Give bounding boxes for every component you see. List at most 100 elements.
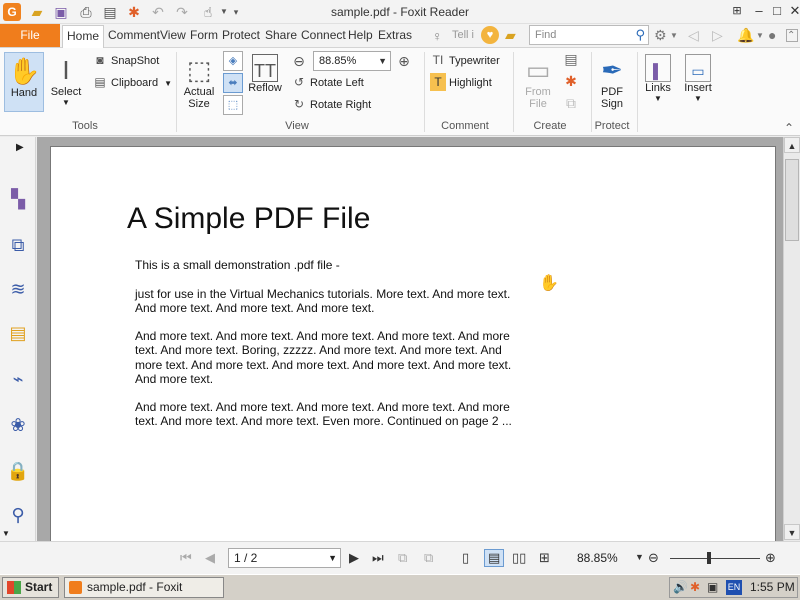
close-button[interactable]: ✕	[784, 2, 800, 20]
reflow-button[interactable]: TT Reflow	[246, 54, 284, 114]
attachments-icon[interactable]: ⌁	[6, 367, 30, 391]
file-tab[interactable]: File	[0, 24, 60, 47]
actual-size-button[interactable]: ⬚ Actual Size	[181, 54, 217, 116]
settings-dropdown-icon[interactable]: ▼	[670, 31, 678, 40]
insert-icon: ▭	[685, 54, 711, 82]
fit-page-icon[interactable]: ◈	[223, 51, 243, 71]
tab-view[interactable]: View	[160, 28, 186, 42]
tab-protect[interactable]: Protect	[222, 28, 260, 42]
language-indicator[interactable]: EN	[726, 580, 742, 595]
collapse-ribbon-icon[interactable]: ⌃	[786, 29, 798, 42]
fit-width-icon[interactable]: ⬌	[223, 73, 243, 93]
actual-size-label-1: Actual	[183, 86, 215, 98]
from-file-button[interactable]: ▭ From File	[520, 54, 556, 116]
page-thumbnails-icon[interactable]: ⧉	[6, 233, 30, 257]
start-button[interactable]: Start	[2, 577, 59, 598]
continuous-facing-icon[interactable]: ⊞	[539, 550, 550, 566]
previous-page-icon[interactable]: ◀	[205, 550, 215, 566]
clipboard-label: Clipboard	[111, 77, 159, 89]
links-icon: ▌	[645, 54, 671, 82]
digital-signature-icon[interactable]: ⚲	[6, 503, 30, 527]
document-view[interactable]: A Simple PDF File This is a small demons…	[37, 137, 783, 541]
tab-home[interactable]: Home	[62, 25, 105, 48]
separator	[513, 52, 514, 132]
next-page-icon[interactable]: ▶	[349, 550, 359, 566]
pdf-paragraph: just for use in the Virtual Mechanics tu…	[135, 287, 511, 316]
settings-gear-icon[interactable]: ⚙	[654, 27, 667, 44]
security-lock-icon[interactable]: 🔒	[6, 459, 30, 483]
tab-comment[interactable]: Comment	[108, 28, 160, 42]
account-icon[interactable]: ●	[768, 27, 776, 43]
find-folder-icon[interactable]: ▰	[505, 27, 516, 44]
comments-icon[interactable]: ▤	[6, 321, 30, 345]
last-page-icon[interactable]: ⏭	[372, 550, 384, 566]
find-input[interactable]: Find ⚲	[529, 25, 649, 45]
facing-pages-icon[interactable]: ▯▯	[512, 550, 526, 566]
scroll-up-icon[interactable]: ▲	[784, 137, 800, 153]
expand-panel-icon[interactable]: ▶	[16, 142, 24, 153]
typewriter-button[interactable]: TI Typewriter	[430, 51, 500, 69]
pdf-title: A Simple PDF File	[127, 202, 371, 235]
select-button[interactable]: I Select ▼	[48, 54, 84, 114]
heart-icon[interactable]: ♥	[481, 26, 499, 44]
hand-icon: ✋	[8, 56, 41, 86]
single-page-icon[interactable]: ▯	[462, 550, 469, 566]
hand-button[interactable]: ✋ Hand	[4, 52, 44, 112]
fit-visible-icon[interactable]: ⬚	[223, 95, 243, 115]
rotate-left-button[interactable]: ↺ Rotate Left	[291, 73, 364, 91]
clipboard-button[interactable]: ▤ Clipboard ▼	[92, 73, 172, 91]
tab-help[interactable]: Help	[348, 28, 373, 42]
search-icon[interactable]: ⚲	[635, 27, 645, 43]
taskbar-item-foxit[interactable]: sample.pdf - Foxit Reader	[64, 577, 224, 600]
highlight-button[interactable]: T Highlight	[430, 73, 492, 91]
rotate-right-button[interactable]: ↻ Rotate Right	[291, 95, 371, 113]
page-dropdown-icon: ▼	[328, 553, 337, 563]
tab-connect[interactable]: Connect	[301, 28, 346, 42]
ribbon-pin-icon[interactable]: ⌃	[780, 120, 798, 136]
links-button[interactable]: ▌ Links ▼	[640, 54, 676, 116]
tell-me-input[interactable]: Tell i	[452, 29, 474, 41]
tab-share[interactable]: Share	[265, 28, 297, 42]
previous-view-status-icon[interactable]: ⧉	[398, 550, 407, 566]
network-icon[interactable]: ▣	[707, 580, 718, 594]
zoom-slider-track[interactable]	[670, 558, 760, 559]
bookmarks-icon[interactable]: ▚	[6, 187, 30, 211]
scroll-thumb[interactable]	[785, 159, 799, 241]
pdf-sign-button[interactable]: ✒ PDF Sign	[594, 54, 630, 116]
signatures-icon[interactable]: ❀	[6, 413, 30, 437]
pdf-sign-label-1: PDF	[601, 86, 623, 98]
create-combine-icon[interactable]: ⧉	[562, 95, 580, 111]
zoom-status-dropdown-icon[interactable]: ▼	[635, 552, 644, 562]
layers-icon[interactable]: ≋	[6, 277, 30, 301]
zoom-in-status-icon[interactable]: ⊕	[765, 550, 776, 566]
zoom-select[interactable]: 88.85% ▼	[313, 51, 391, 71]
next-view-status-icon[interactable]: ⧉	[424, 550, 433, 566]
zoom-status-value[interactable]: 88.85%	[577, 551, 618, 565]
tab-extras[interactable]: Extras	[378, 28, 412, 42]
zoom-out-icon[interactable]: ⊖	[290, 53, 308, 69]
zoom-slider-thumb[interactable]	[707, 552, 711, 564]
zoom-value: 88.85%	[319, 55, 357, 67]
volume-icon[interactable]: 🔊	[673, 580, 688, 594]
snapshot-button[interactable]: ◙ SnapShot	[92, 51, 159, 69]
first-page-icon[interactable]: ⏮	[180, 550, 192, 566]
rotate-left-label: Rotate Left	[310, 77, 364, 89]
page-number-input[interactable]: 1 / 2 ▼	[228, 548, 341, 568]
zoom-out-status-icon[interactable]: ⊖	[648, 550, 659, 566]
create-blank-icon[interactable]: ▤	[562, 51, 580, 67]
create-new-icon[interactable]: ✱	[562, 73, 580, 89]
previous-view-icon[interactable]: ◁	[688, 27, 699, 44]
foxit-tray-icon[interactable]: ✱	[690, 580, 700, 594]
insert-button[interactable]: ▭ Insert ▼	[680, 54, 716, 116]
notification-dropdown-icon[interactable]: ▼	[756, 31, 764, 40]
notification-bell-icon[interactable]: 🔔	[737, 27, 754, 44]
panel-more-icon[interactable]: ▼	[2, 529, 10, 538]
zoom-in-icon[interactable]: ⊕	[395, 53, 413, 69]
scroll-down-icon[interactable]: ▼	[784, 524, 800, 540]
ribbon-display-icon[interactable]: ⊞	[726, 2, 748, 20]
vertical-scrollbar[interactable]: ▲ ▼	[783, 137, 800, 541]
tab-form[interactable]: Form	[190, 28, 218, 42]
pdf-page: A Simple PDF File This is a small demons…	[50, 146, 776, 541]
continuous-page-icon[interactable]: ▤	[484, 549, 505, 567]
next-view-icon[interactable]: ▷	[712, 27, 723, 44]
